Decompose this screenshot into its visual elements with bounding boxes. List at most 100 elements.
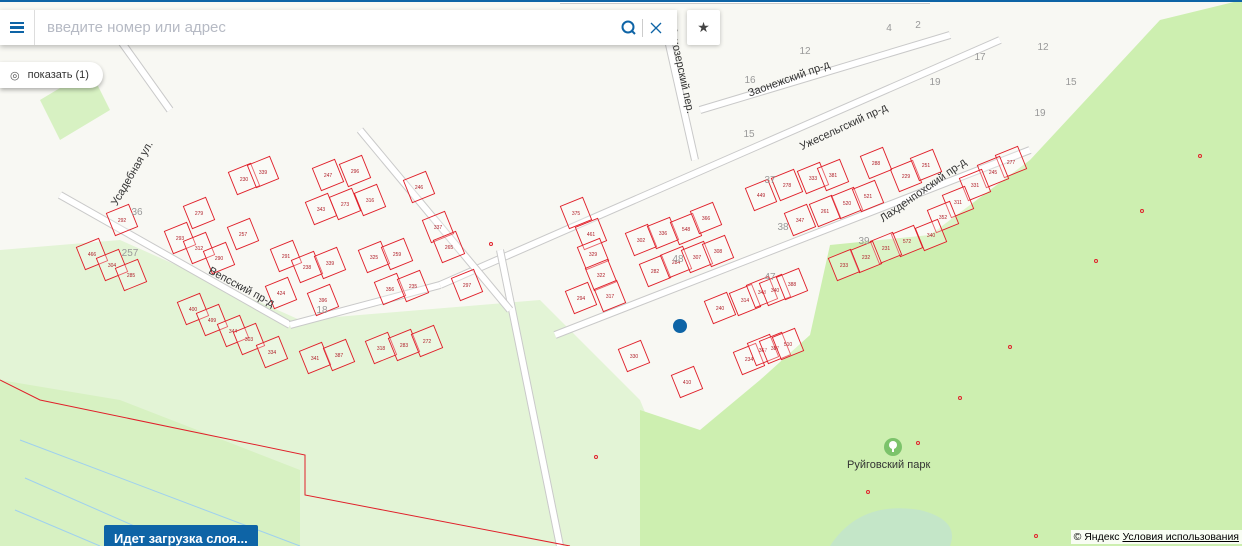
parcel-number: 261: [821, 209, 830, 215]
parcel-number: 283: [400, 343, 409, 349]
parcel-number: 279: [195, 211, 204, 217]
block-number: 37: [764, 175, 776, 186]
show-button-label: показать (1): [27, 69, 89, 81]
parcel-number: 272: [423, 339, 432, 345]
block-number: 2: [915, 20, 921, 31]
parcel-number: 240: [716, 306, 725, 312]
block-number: 12: [1037, 42, 1049, 53]
parcel-number: 341: [311, 356, 320, 362]
parcel-number: 366: [702, 216, 711, 222]
parcel-number: 296: [351, 169, 360, 175]
parcel-number: 238: [303, 265, 312, 271]
parcel-number: 282: [651, 269, 660, 275]
parcel-number: 381: [829, 173, 838, 179]
parcel[interactable]: 279: [182, 196, 216, 230]
street-label: Заонежский пр-д: [746, 59, 832, 100]
parcel-number: 311: [954, 200, 962, 206]
forest-area: [640, 0, 1242, 546]
parcel-number: 308: [714, 249, 723, 255]
parcel-number: 548: [682, 227, 691, 233]
parcel-number: 232: [862, 255, 871, 261]
parcel[interactable]: 410: [670, 365, 704, 399]
parcel-number: 337: [434, 225, 443, 231]
parcel-number: 292: [118, 218, 127, 224]
parcel-number: 352: [939, 215, 948, 221]
parcel[interactable]: 278: [770, 168, 804, 202]
parcel-number: 245: [989, 170, 998, 176]
parcel-number: 291: [282, 254, 291, 260]
parcel-number: 347: [796, 218, 805, 224]
show-button[interactable]: ◎ показать (1): [0, 62, 103, 88]
parcel-number: 303: [245, 337, 254, 343]
parcel-number: 257: [239, 232, 248, 238]
parcel-number: 339: [259, 170, 268, 176]
parcel[interactable]: 294: [564, 281, 598, 315]
parcel[interactable]: 257: [226, 217, 260, 251]
parcel-number: 400: [189, 307, 198, 313]
parcel-number: 466: [88, 252, 97, 258]
park-label: Руйговский парк: [847, 459, 931, 471]
search-input[interactable]: [35, 11, 616, 44]
selected-location-marker[interactable]: [673, 319, 687, 333]
block-number: 15: [743, 129, 755, 140]
parcel[interactable]: 288: [859, 146, 893, 180]
parcel-number: 302: [637, 238, 646, 244]
terms-link[interactable]: Условия использования: [1122, 531, 1239, 543]
parcel-number: 510: [784, 342, 793, 348]
top-accent-line: [0, 0, 1242, 2]
block-number: 257: [122, 248, 139, 259]
street-label: Усадебная ул.: [109, 139, 156, 208]
point-marker[interactable]: [489, 242, 493, 246]
parcel-number: 375: [572, 211, 581, 217]
parcel[interactable]: 330: [617, 339, 651, 373]
block-number: 38: [777, 222, 789, 233]
block-number: 16: [744, 75, 756, 86]
parcel-number: 331: [971, 183, 980, 189]
parcel-number: 339: [326, 261, 335, 267]
parcel-number: 288: [872, 161, 881, 167]
parcel-number: 336: [659, 231, 668, 237]
cadastral-map[interactable]: 466304285292279293312290257230339 2472963…: [0, 0, 1242, 546]
parcel-number: 307: [693, 255, 702, 261]
close-icon[interactable]: [643, 13, 669, 43]
parcel-number: 229: [902, 174, 911, 180]
parcel-number: 343: [317, 207, 326, 213]
block-number: 19: [1034, 108, 1046, 119]
block-number: 19: [929, 77, 941, 88]
block-number: 17: [974, 52, 986, 63]
copyright-text: © Яндекс: [1073, 531, 1120, 543]
road: [117, 38, 173, 112]
parcel-number: 461: [587, 232, 596, 238]
parcel-number: 294: [577, 296, 586, 302]
block-number: 12: [799, 46, 811, 57]
parcel-number: 424: [277, 291, 286, 297]
parcel-number: 230: [240, 177, 249, 183]
parcel-number: 387: [335, 353, 344, 359]
park-tree-icon[interactable]: [884, 438, 902, 456]
block-number: 48: [672, 254, 684, 265]
parcel-number: 273: [341, 202, 350, 208]
parcel-number: 572: [903, 239, 912, 245]
search-icon[interactable]: [616, 13, 642, 43]
parcel-number: 318: [377, 346, 386, 352]
parcel-number: 329: [589, 252, 598, 258]
parcel-number: 333: [809, 176, 818, 182]
parcel-number: 251: [922, 163, 931, 169]
parcel-number: 449: [757, 193, 766, 199]
hamburger-icon[interactable]: [0, 10, 35, 45]
road: [699, 32, 951, 113]
star-icon[interactable]: ★: [687, 10, 720, 45]
parcel[interactable]: 246: [402, 170, 436, 204]
block-number: 15: [1065, 77, 1077, 88]
block-number: 47: [764, 272, 776, 283]
parcel-number: 499: [208, 318, 217, 324]
parcel-number: 322: [597, 273, 606, 279]
parcel-number: 388: [788, 282, 797, 288]
parcel-number: 233: [840, 263, 849, 269]
parcel-number: 410: [683, 380, 692, 386]
parcel-number: 396: [319, 298, 328, 304]
copyright: © Яндекс Условия использования: [1070, 530, 1242, 544]
parcel-number: 246: [415, 185, 424, 191]
parcel-number: 521: [864, 194, 873, 200]
parcel-number: 317: [606, 294, 615, 300]
